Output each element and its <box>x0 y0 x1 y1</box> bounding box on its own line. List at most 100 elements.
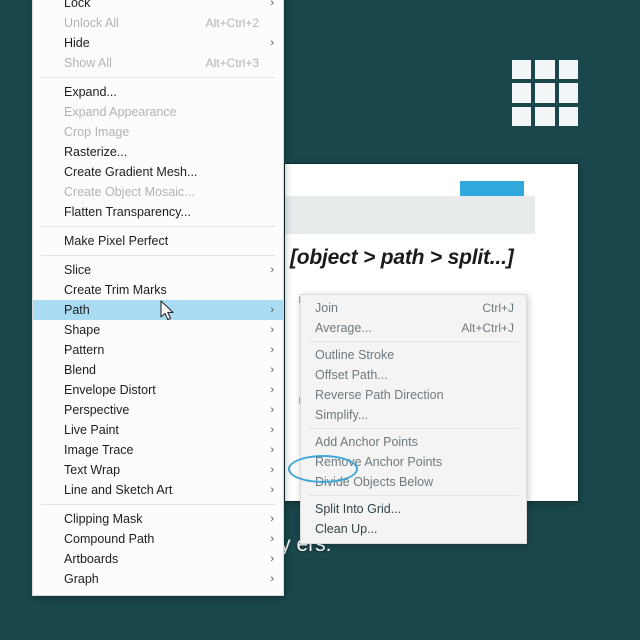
menu-item-label: Expand... <box>64 85 117 99</box>
menu-item-create-gradient-mesh[interactable]: Create Gradient Mesh... <box>33 162 283 182</box>
chevron-right-icon: › <box>270 404 274 416</box>
menu-item-crop-image: Crop Image <box>33 122 283 142</box>
chevron-right-icon: › <box>270 264 274 276</box>
menu-item-expand-appearance: Expand Appearance <box>33 102 283 122</box>
submenu-item-label: Clean Up... <box>315 522 378 536</box>
menu-item-slice[interactable]: Slice › <box>33 260 283 280</box>
submenu-item-average[interactable]: Average... Alt+Ctrl+J <box>301 318 526 338</box>
screenshot-stage: O GRID [object > path > split...] JoinCt… <box>0 0 640 640</box>
chevron-right-icon: › <box>270 484 274 496</box>
submenu-item-offset-path[interactable]: Offset Path... <box>301 365 526 385</box>
menu-item-blend[interactable]: Blend › <box>33 360 283 380</box>
chevron-right-icon: › <box>270 37 274 49</box>
submenu-item-label: Split Into Grid... <box>315 502 402 516</box>
submenu-item-add-anchor-points[interactable]: Add Anchor Points <box>301 432 526 452</box>
submenu-item-label: Outline Stroke <box>315 348 395 362</box>
menu-item-label: Shape <box>64 323 101 337</box>
menu-item-hide[interactable]: Hide › <box>33 33 283 53</box>
menu-item-label: Live Paint <box>64 423 119 437</box>
menu-item-show-all: Show All Alt+Ctrl+3 <box>33 53 283 73</box>
chevron-right-icon: › <box>270 444 274 456</box>
menu-separator <box>41 255 275 256</box>
menu-item-label: Text Wrap <box>64 463 121 477</box>
menu-item-label: Perspective <box>64 403 130 417</box>
menu-item-shape[interactable]: Shape › <box>33 320 283 340</box>
submenu-item-simplify[interactable]: Simplify... <box>301 405 526 425</box>
grid-cell <box>535 83 555 103</box>
menu-separator <box>41 226 275 227</box>
menu-item-label: Flatten Transparency... <box>64 205 191 219</box>
chevron-right-icon: › <box>270 424 274 436</box>
app-blue-tab <box>460 181 524 196</box>
grid-cell <box>512 106 532 126</box>
menu-item-label: Slice <box>64 263 92 277</box>
menu-item-label: Expand Appearance <box>64 105 177 119</box>
app-toolbar-band <box>285 196 535 234</box>
submenu-item-outline-stroke[interactable]: Outline Stroke <box>301 345 526 365</box>
menu-item-label: Blend <box>64 363 96 377</box>
chevron-right-icon: › <box>270 384 274 396</box>
path-submenu[interactable]: Join Ctrl+J Average... Alt+Ctrl+J Outline St… <box>300 294 527 544</box>
menu-item-artboards[interactable]: Artboards › <box>33 549 283 569</box>
menu-item-create-object-mosaic: Create Object Mosaic... <box>33 182 283 202</box>
menu-item-live-paint[interactable]: Live Paint › <box>33 420 283 440</box>
menu-item-create-trim-marks[interactable]: Create Trim Marks <box>33 280 283 300</box>
chevron-right-icon: › <box>270 304 274 316</box>
chevron-right-icon: › <box>270 533 274 545</box>
menu-item-path[interactable]: Path › <box>33 300 283 320</box>
grid-cell <box>535 60 555 80</box>
grid-cell <box>512 83 532 103</box>
submenu-item-label: Simplify... <box>315 408 369 422</box>
menu-item-expand[interactable]: Expand... <box>33 82 283 102</box>
menu-separator <box>41 77 275 78</box>
menu-item-make-pixel-perfect[interactable]: Make Pixel Perfect <box>33 231 283 251</box>
menu-item-label: Rasterize... <box>64 145 128 159</box>
menu-item-clipping-mask[interactable]: Clipping Mask › <box>33 509 283 529</box>
menu-item-label: Clipping Mask <box>64 512 143 526</box>
menu-item-label: Envelope Distort <box>64 383 156 397</box>
menu-item-shortcut: Alt+Ctrl+3 <box>205 56 259 70</box>
chevron-right-icon: › <box>270 573 274 585</box>
menu-item-line-and-sketch-art[interactable]: Line and Sketch Art › <box>33 480 283 500</box>
grid-cell <box>558 60 578 80</box>
submenu-separator <box>309 428 518 429</box>
chevron-right-icon: › <box>270 364 274 376</box>
menu-item-label: Create Trim Marks <box>64 283 167 297</box>
menu-item-label: Hide <box>64 36 90 50</box>
menu-item-label: Show All <box>64 56 112 70</box>
menu-item-envelope-distort[interactable]: Envelope Distort › <box>33 380 283 400</box>
menu-item-text-wrap[interactable]: Text Wrap › <box>33 460 283 480</box>
submenu-item-label: Average... <box>315 321 372 335</box>
menu-item-lock[interactable]: Lock › <box>33 0 283 13</box>
chevron-right-icon: › <box>270 513 274 525</box>
menu-item-label: Unlock All <box>64 16 119 30</box>
chevron-right-icon: › <box>270 464 274 476</box>
grid-cell <box>558 83 578 103</box>
submenu-item-reverse-path-direction[interactable]: Reverse Path Direction <box>301 385 526 405</box>
chevron-right-icon: › <box>270 0 274 9</box>
submenu-item-join[interactable]: Join Ctrl+J <box>301 298 526 318</box>
chevron-right-icon: › <box>270 324 274 336</box>
menu-item-label: Image Trace <box>64 443 134 457</box>
chevron-right-icon: › <box>270 344 274 356</box>
menu-item-label: Pattern <box>64 343 105 357</box>
menu-item-flatten-transparency[interactable]: Flatten Transparency... <box>33 202 283 222</box>
menu-item-pattern[interactable]: Pattern › <box>33 340 283 360</box>
menu-item-rasterize[interactable]: Rasterize... <box>33 142 283 162</box>
chevron-right-icon: › <box>270 553 274 565</box>
object-context-menu[interactable]: Lock › Unlock All Alt+Ctrl+2 Hide › Show All Al… <box>32 0 284 596</box>
menu-item-label: Lock <box>64 0 91 10</box>
submenu-item-shortcut: Ctrl+J <box>482 301 514 315</box>
submenu-item-clean-up[interactable]: Clean Up... <box>301 519 526 539</box>
highlight-ellipse-annotation <box>288 455 358 483</box>
menu-item-label: Artboards <box>64 552 119 566</box>
submenu-item-split-into-grid[interactable]: Split Into Grid... <box>301 499 526 519</box>
menu-item-perspective[interactable]: Perspective › <box>33 400 283 420</box>
menu-item-image-trace[interactable]: Image Trace › <box>33 440 283 460</box>
menu-path-caption: [object > path > split...] <box>290 246 514 269</box>
menu-item-shortcut: Alt+Ctrl+2 <box>205 16 259 30</box>
menu-item-graph[interactable]: Graph › <box>33 569 283 589</box>
menu-item-unlock-all: Unlock All Alt+Ctrl+2 <box>33 13 283 33</box>
submenu-separator <box>309 341 518 342</box>
menu-item-compound-path[interactable]: Compound Path › <box>33 529 283 549</box>
